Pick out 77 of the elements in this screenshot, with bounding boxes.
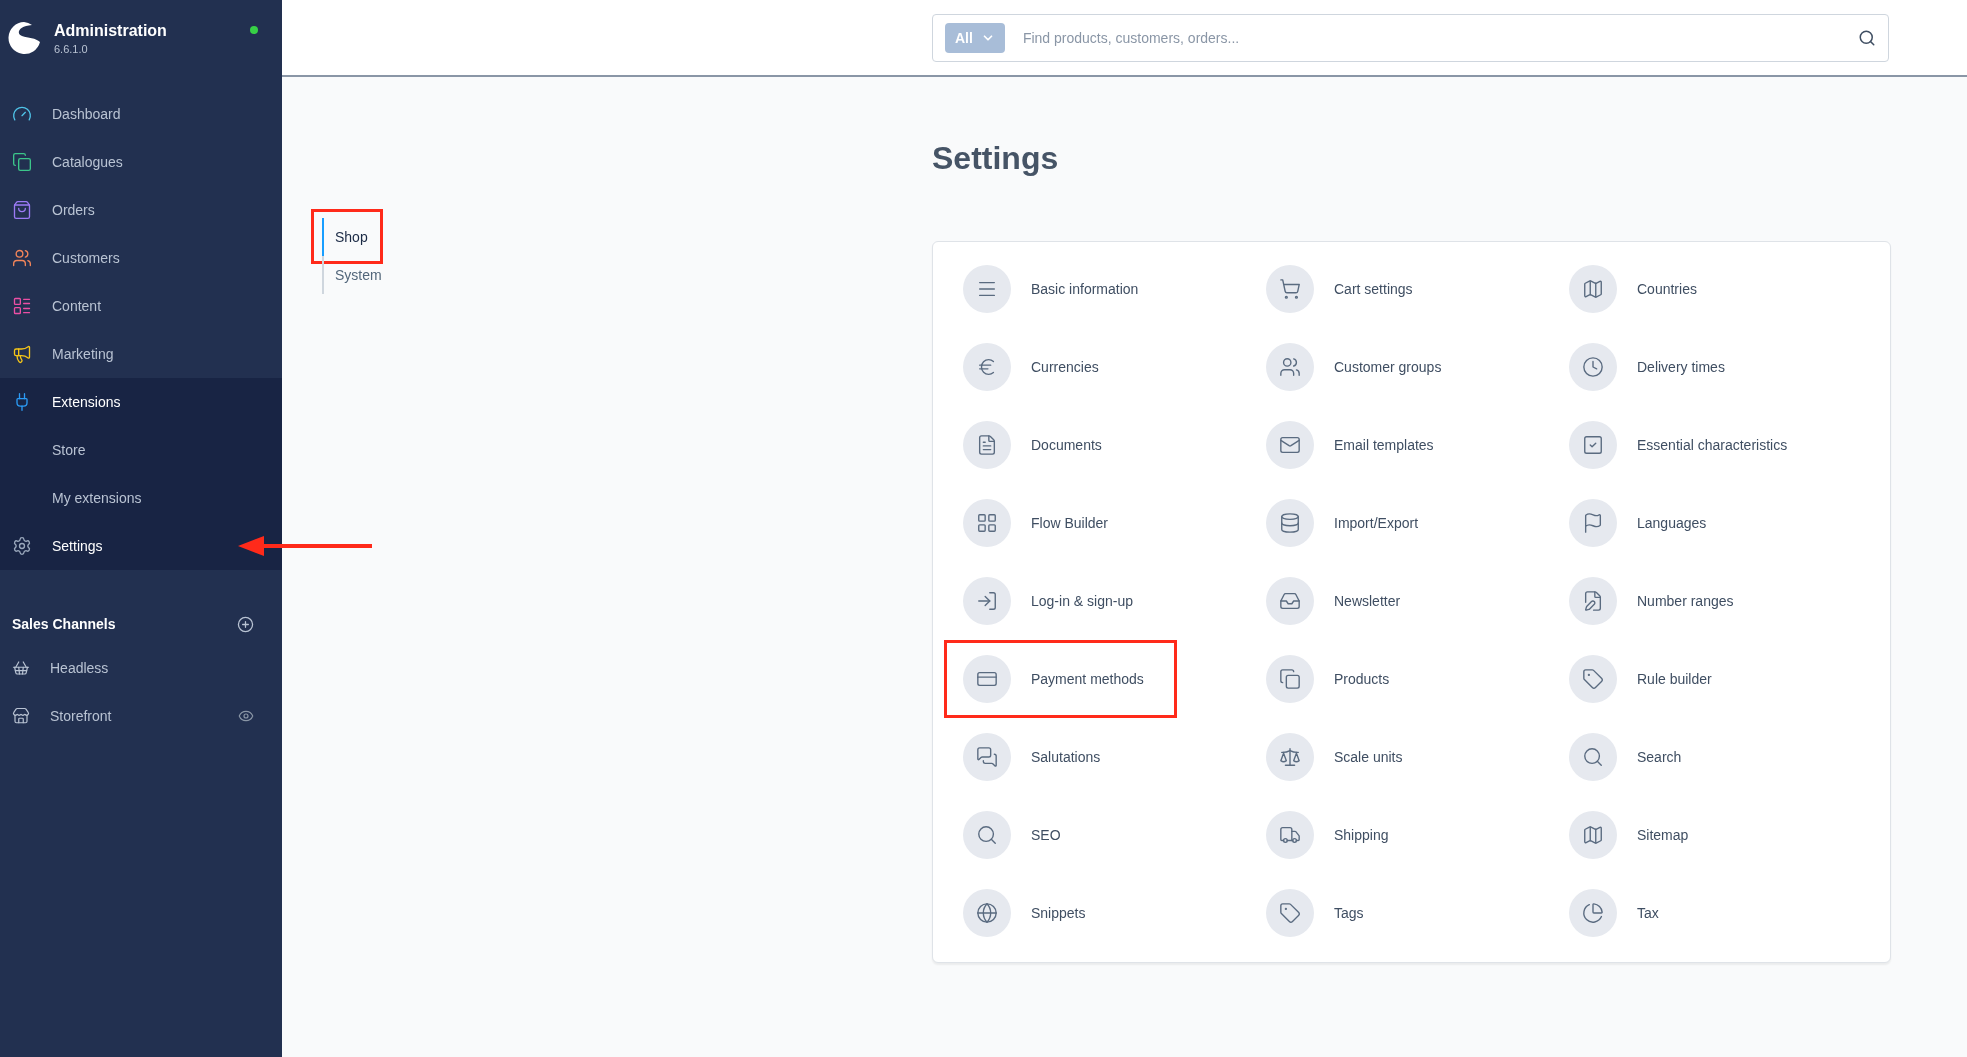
login-icon (976, 590, 998, 612)
option-link[interactable]: Products (1266, 655, 1569, 703)
version-label: 6.6.1.0 (54, 42, 89, 55)
chat-icon (976, 746, 998, 768)
option-link[interactable]: Flow Builder (963, 499, 1266, 547)
option-link[interactable]: Import/Export (1266, 499, 1569, 547)
section-title: Sales Channels (12, 616, 116, 632)
option-link[interactable]: Currencies (963, 343, 1266, 391)
option-link[interactable]: Rule builder (1569, 655, 1890, 703)
app-title: Administration (54, 21, 167, 40)
document-icon (976, 434, 998, 456)
tag-icon (1582, 668, 1604, 690)
option-link[interactable]: Tax (1569, 889, 1890, 937)
option-link[interactable]: Salutations (963, 733, 1266, 781)
option-link[interactable]: Snippets (963, 889, 1266, 937)
nav-item[interactable]: Settings (0, 522, 282, 570)
option-link[interactable]: Shipping (1266, 811, 1569, 859)
add-icon[interactable] (237, 615, 254, 633)
nav-item[interactable]: Extensions (0, 378, 282, 426)
nav-item[interactable]: Orders (0, 186, 282, 234)
option-link[interactable]: Languages (1569, 499, 1890, 547)
search-icon[interactable] (1858, 28, 1876, 47)
option-link[interactable]: Scale units (1266, 733, 1569, 781)
option-link[interactable]: Customer groups (1266, 343, 1569, 391)
search-icon (1582, 746, 1604, 768)
settings-tab[interactable]: System (322, 256, 386, 294)
option-link[interactable]: Sitemap (1569, 811, 1890, 859)
edit-icon (1582, 590, 1604, 612)
logo-icon (6, 20, 42, 56)
users-icon (1279, 356, 1301, 378)
nav-subitem[interactable]: My extensions (0, 474, 282, 522)
clock-icon (1582, 356, 1604, 378)
option-link[interactable]: Tags (1266, 889, 1569, 937)
cart-icon (1279, 278, 1301, 300)
copy-icon (1279, 668, 1301, 690)
nav-item[interactable]: Dashboard (0, 90, 282, 138)
globe-icon (976, 902, 998, 924)
option-link[interactable]: Cart settings (1266, 265, 1569, 313)
store-icon (12, 707, 30, 725)
channel-label: Storefront (50, 708, 113, 724)
nav-subitem[interactable]: Store (0, 426, 282, 474)
option-link[interactable]: SEO (963, 811, 1266, 859)
database-icon (1279, 512, 1301, 534)
truck-icon (1279, 824, 1301, 846)
mail-icon (1279, 434, 1301, 456)
flag-icon (1582, 512, 1604, 534)
option-link[interactable]: Log-in & sign-up (963, 577, 1266, 625)
option-link[interactable]: Newsletter (1266, 577, 1569, 625)
grid-icon (976, 512, 998, 534)
nav-item[interactable]: Catalogues (0, 138, 282, 186)
option-link[interactable]: Payment methods (963, 655, 1266, 703)
inbox-icon (1279, 590, 1301, 612)
channel-item[interactable]: Storefront (0, 692, 282, 740)
settings-tab[interactable]: Shop (322, 218, 372, 256)
option-link[interactable]: Number ranges (1569, 577, 1890, 625)
channel-label: Headless (50, 660, 110, 676)
nav-item[interactable]: Customers (0, 234, 282, 282)
search-icon (976, 824, 998, 846)
scale-icon (1279, 746, 1301, 768)
option-link[interactable]: Basic information (963, 265, 1266, 313)
option-link[interactable]: Countries (1569, 265, 1890, 313)
option-link[interactable]: Search (1569, 733, 1890, 781)
nav-item[interactable]: Marketing (0, 330, 282, 378)
channel-item[interactable]: Headless (0, 644, 282, 692)
basket-icon (12, 659, 30, 677)
option-link[interactable]: Email templates (1266, 421, 1569, 469)
eye-icon[interactable] (238, 708, 254, 724)
option-link[interactable]: Essential characteristics (1569, 421, 1890, 469)
nav-item[interactable]: Content (0, 282, 282, 330)
tag-icon (1279, 902, 1301, 924)
checkbox-icon (1582, 434, 1604, 456)
pie-chart-icon (1582, 902, 1604, 924)
option-link[interactable]: Delivery times (1569, 343, 1890, 391)
option-link[interactable]: Documents (963, 421, 1266, 469)
map-icon (1582, 278, 1604, 300)
page-title: Settings (932, 139, 1060, 178)
map-icon (1582, 824, 1604, 846)
